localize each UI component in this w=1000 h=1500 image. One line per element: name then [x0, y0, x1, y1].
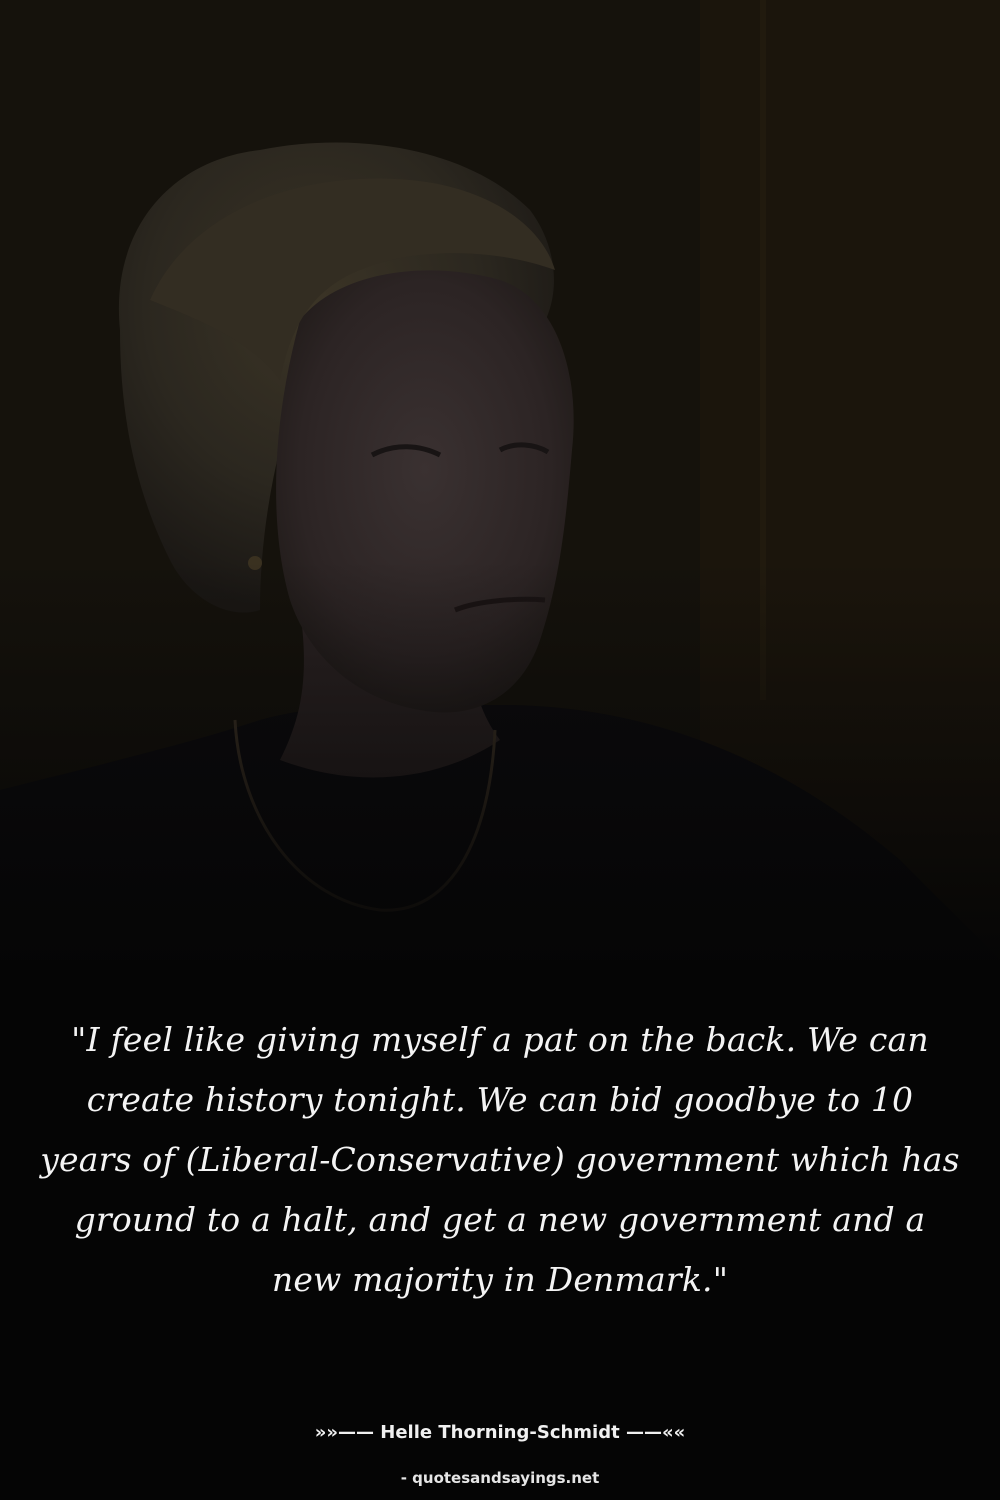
quote-text: "I feel like giving myself a pat on the …: [40, 1020, 960, 1299]
portrait-photo: [0, 0, 1000, 960]
photo-fade-overlay: [0, 560, 1000, 960]
quote-card: "I feel like giving myself a pat on the …: [0, 0, 1000, 1500]
source-credit: - quotesandsayings.net: [400, 1469, 600, 1487]
author-line: »»—— Helle Thorning-Schmidt ——««: [314, 1422, 686, 1443]
